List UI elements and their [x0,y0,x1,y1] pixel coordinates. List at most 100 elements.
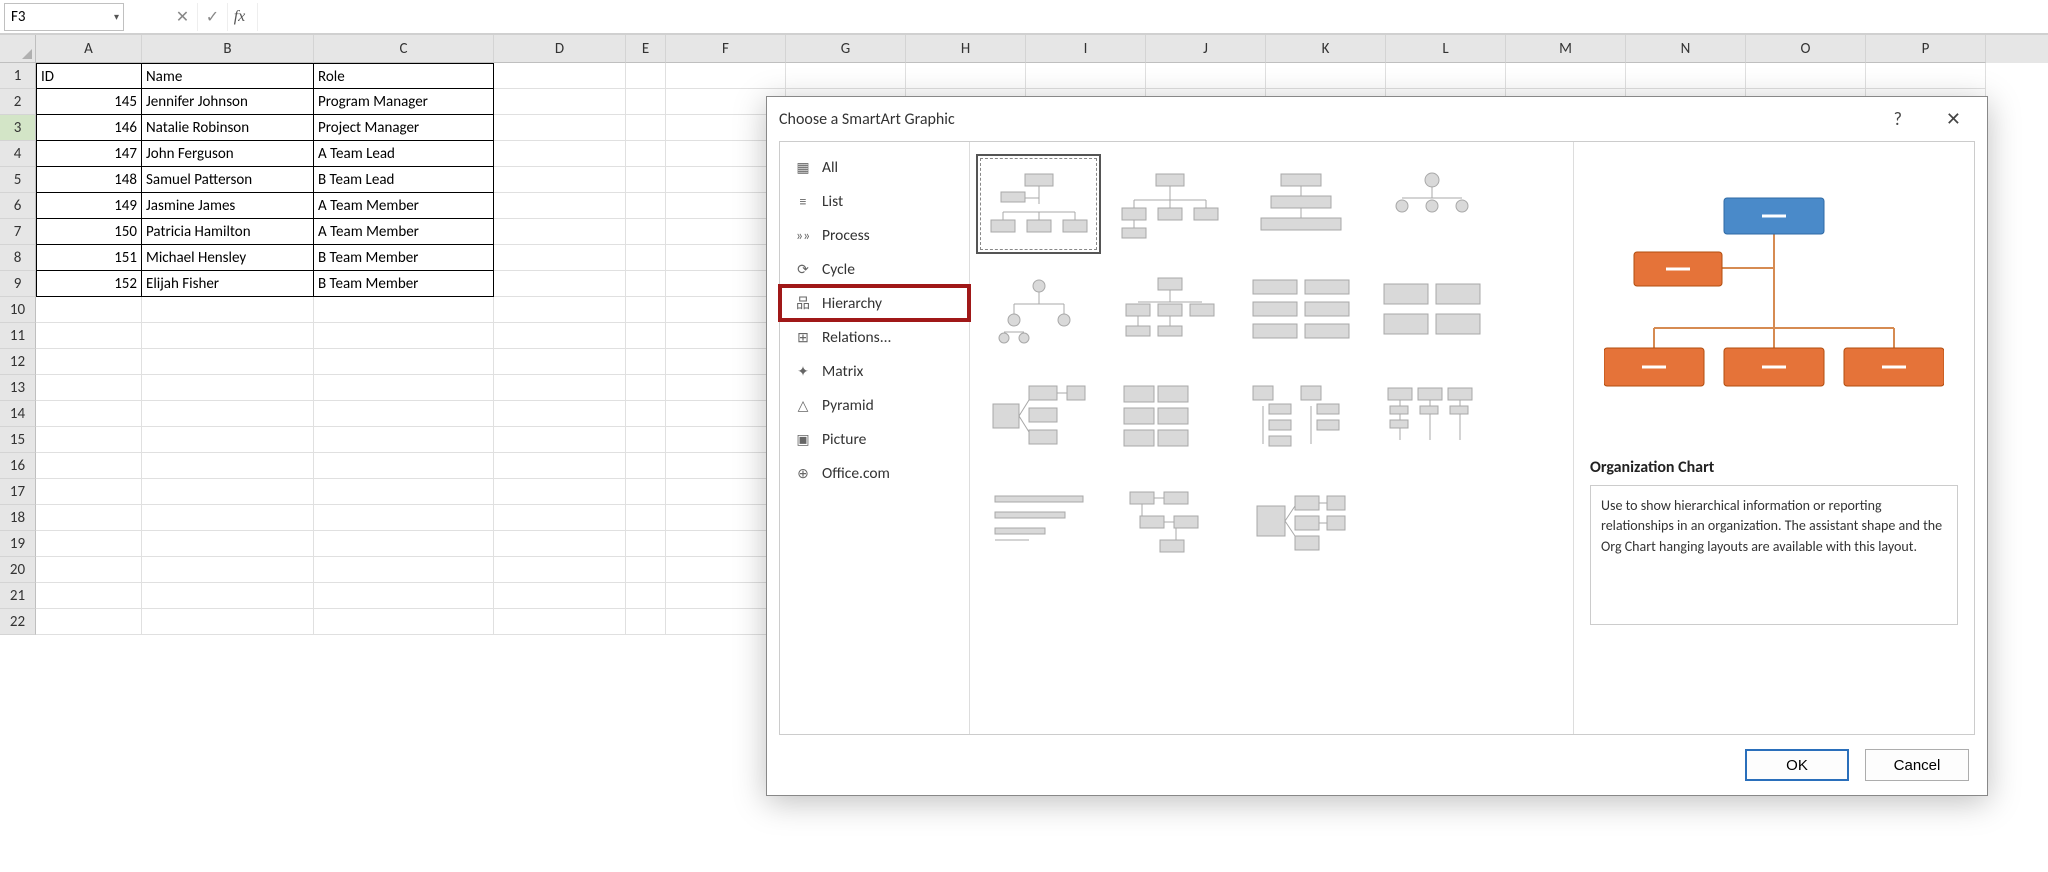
cell[interactable] [494,219,626,245]
cell[interactable] [494,401,626,427]
col-header-G[interactable]: G [786,35,906,63]
cell[interactable] [666,63,786,89]
row-header[interactable]: 22 [0,609,36,635]
cell[interactable] [142,557,314,583]
row-header[interactable]: 10 [0,297,36,323]
row-header[interactable]: 11 [0,323,36,349]
row-header[interactable]: 20 [0,557,36,583]
accept-formula-button[interactable]: ✓ [198,3,228,31]
row-header[interactable]: 18 [0,505,36,531]
cell[interactable] [906,63,1026,89]
cell[interactable]: 149 [36,193,142,219]
category-item-officecom[interactable]: ⊕Office.com [780,456,969,490]
cell[interactable] [626,323,666,349]
cell[interactable] [494,557,626,583]
cell[interactable]: Role [314,63,494,89]
cell[interactable] [142,297,314,323]
layout-thumb[interactable] [1369,366,1494,466]
layout-thumb[interactable] [1369,260,1494,360]
row-header[interactable]: 7 [0,219,36,245]
cell[interactable] [314,583,494,609]
name-box[interactable]: F3 ▾ [4,3,124,31]
cell[interactable]: 148 [36,167,142,193]
cell[interactable]: 150 [36,219,142,245]
cell[interactable] [314,401,494,427]
cell[interactable] [142,401,314,427]
cell[interactable] [1386,63,1506,89]
cell[interactable]: 146 [36,115,142,141]
cell[interactable] [494,193,626,219]
cell[interactable] [36,297,142,323]
layout-thumb[interactable] [1238,260,1363,360]
cell[interactable] [626,427,666,453]
row-header[interactable]: 9 [0,271,36,297]
cell[interactable] [626,505,666,531]
cell[interactable]: B Team Lead [314,167,494,193]
cell[interactable]: A Team Member [314,219,494,245]
cell[interactable] [36,557,142,583]
cell[interactable]: 152 [36,271,142,297]
cell[interactable]: ID [36,63,142,89]
col-header-B[interactable]: B [142,35,314,63]
cell[interactable]: Program Manager [314,89,494,115]
cell[interactable] [626,297,666,323]
ok-button[interactable]: OK [1745,749,1849,781]
cell[interactable] [1506,63,1626,89]
cell[interactable] [314,505,494,531]
cell[interactable] [314,349,494,375]
cell[interactable] [314,609,494,635]
cell[interactable]: B Team Member [314,271,494,297]
col-header-P[interactable]: P [1866,35,1986,63]
category-item-pyramid[interactable]: △Pyramid [780,388,969,422]
cell[interactable] [626,375,666,401]
category-item-picture[interactable]: ▣Picture [780,422,969,456]
row-header[interactable]: 1 [0,63,36,89]
col-header-A[interactable]: A [36,35,142,63]
layout-thumb[interactable] [1238,472,1363,572]
cell[interactable] [494,297,626,323]
cell[interactable] [314,453,494,479]
row-header[interactable]: 15 [0,427,36,453]
cell[interactable] [494,141,626,167]
cell[interactable] [142,505,314,531]
row-header[interactable]: 8 [0,245,36,271]
cell[interactable] [142,453,314,479]
cell[interactable] [36,401,142,427]
category-item-relations[interactable]: ⊞Relations... [780,320,969,354]
cell[interactable] [494,323,626,349]
cell[interactable] [314,557,494,583]
cell[interactable] [494,271,626,297]
col-header-F[interactable]: F [666,35,786,63]
cell[interactable] [626,63,666,89]
cell[interactable]: Patricia Hamilton [142,219,314,245]
layout-thumb[interactable] [976,260,1101,360]
cell[interactable] [142,427,314,453]
category-item-all[interactable]: ▦All [780,150,969,184]
cell[interactable] [494,427,626,453]
category-item-cycle[interactable]: ⟳Cycle [780,252,969,286]
cell[interactable] [626,453,666,479]
cell[interactable] [36,583,142,609]
cell[interactable] [314,297,494,323]
fx-label[interactable]: fx [228,3,258,31]
cancel-button[interactable]: Cancel [1865,749,1969,781]
cell[interactable]: 151 [36,245,142,271]
cell[interactable] [494,583,626,609]
name-box-dropdown-icon[interactable]: ▾ [114,10,119,23]
layout-thumb[interactable] [1107,154,1232,254]
cell[interactable] [626,141,666,167]
col-header-H[interactable]: H [906,35,1026,63]
cell[interactable] [494,89,626,115]
layout-thumb[interactable] [1107,366,1232,466]
cell[interactable] [142,609,314,635]
cell[interactable] [626,167,666,193]
cell[interactable] [626,583,666,609]
col-header-C[interactable]: C [314,35,494,63]
cell[interactable] [142,375,314,401]
row-header[interactable]: 6 [0,193,36,219]
row-header[interactable]: 17 [0,479,36,505]
col-header-O[interactable]: O [1746,35,1866,63]
cell[interactable]: Michael Hensley [142,245,314,271]
cell[interactable]: 145 [36,89,142,115]
dialog-close-button[interactable]: ✕ [1938,104,1969,134]
